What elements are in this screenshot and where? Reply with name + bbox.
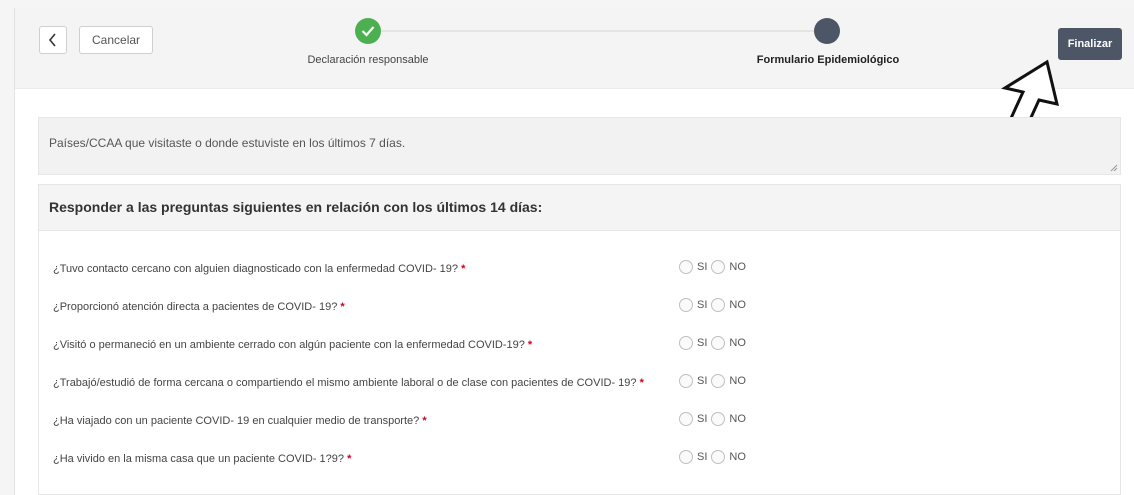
no-label: NO bbox=[729, 337, 746, 349]
cancel-button[interactable]: Cancelar bbox=[79, 26, 154, 54]
question-row: ¿Tuvo contacto cercano con alguien diagn… bbox=[39, 259, 1120, 281]
answer-options: SI NO bbox=[679, 374, 750, 388]
yes-label: SI bbox=[697, 261, 708, 273]
yes-radio[interactable] bbox=[679, 450, 693, 464]
questions-panel: Responder a las preguntas siguientes en … bbox=[38, 184, 1121, 495]
step-completed-indicator bbox=[355, 18, 381, 44]
no-radio[interactable] bbox=[711, 412, 726, 426]
checkmark-icon bbox=[361, 26, 375, 37]
app-frame: Cancelar Declaración responsable Formula… bbox=[14, 8, 1134, 495]
back-button[interactable] bbox=[39, 26, 67, 54]
yes-radio[interactable] bbox=[679, 374, 693, 388]
required-mark: * bbox=[527, 339, 533, 351]
countries-visited-placeholder: Países/CCAA que visitaste o donde estuvi… bbox=[49, 136, 406, 150]
no-radio[interactable] bbox=[711, 374, 726, 388]
no-radio[interactable] bbox=[711, 336, 726, 350]
question-row: ¿Visitó o permaneció en un ambiente cerr… bbox=[39, 335, 1120, 357]
question-row: ¿Proporcionó atención directa a paciente… bbox=[39, 297, 1120, 319]
no-label: NO bbox=[729, 413, 746, 425]
yes-label: SI bbox=[697, 375, 708, 387]
question-text: ¿Trabajó/estudió de forma cercana o comp… bbox=[53, 377, 637, 389]
yes-label: SI bbox=[697, 337, 708, 349]
question-text: ¿Proporcionó atención directa a paciente… bbox=[53, 301, 338, 313]
question-row: ¿Ha viajado con un paciente COVID- 19 en… bbox=[39, 411, 1120, 433]
step-current-indicator bbox=[814, 18, 840, 44]
required-mark: * bbox=[639, 377, 644, 389]
answer-options: SI NO bbox=[679, 412, 750, 426]
progress-line bbox=[381, 30, 814, 32]
yes-radio[interactable] bbox=[679, 412, 693, 426]
required-mark: * bbox=[347, 453, 352, 465]
no-label: NO bbox=[729, 299, 746, 311]
countries-visited-field[interactable]: Países/CCAA que visitaste o donde estuvi… bbox=[38, 117, 1121, 175]
finish-button[interactable]: Finalizar bbox=[1058, 28, 1122, 60]
question-row: ¿Ha vivido en la misma casa que un pacie… bbox=[39, 449, 1120, 471]
required-mark: * bbox=[422, 415, 427, 427]
step-label-epidemiological: Formulario Epidemiológico bbox=[756, 54, 900, 66]
question-text: ¿Tuvo contacto cercano con alguien diagn… bbox=[53, 263, 458, 275]
required-mark: * bbox=[340, 301, 345, 313]
answer-options: SI NO bbox=[679, 298, 750, 312]
yes-radio[interactable] bbox=[679, 298, 693, 312]
question-row: ¿Trabajó/estudió de forma cercana o comp… bbox=[39, 373, 1120, 395]
no-label: NO bbox=[729, 451, 746, 463]
answer-options: SI NO bbox=[679, 336, 750, 350]
question-text: ¿Ha viajado con un paciente COVID- 19 en… bbox=[53, 415, 420, 427]
no-label: NO bbox=[729, 375, 746, 387]
question-text: ¿Ha vivido en la misma casa que un pacie… bbox=[53, 453, 345, 465]
no-radio[interactable] bbox=[711, 450, 726, 464]
yes-label: SI bbox=[697, 413, 708, 425]
yes-label: SI bbox=[697, 299, 708, 311]
resize-handle-icon[interactable] bbox=[1110, 164, 1118, 172]
no-radio[interactable] bbox=[711, 298, 726, 312]
answer-options: SI NO bbox=[679, 260, 750, 274]
answer-options: SI NO bbox=[679, 450, 750, 464]
yes-radio[interactable] bbox=[679, 260, 693, 274]
yes-label: SI bbox=[697, 451, 708, 463]
yes-radio[interactable] bbox=[679, 336, 693, 350]
no-label: NO bbox=[729, 261, 746, 273]
required-mark: * bbox=[461, 263, 466, 275]
step-label-declaration: Declaración responsable bbox=[307, 54, 429, 66]
chevron-left-icon bbox=[48, 33, 56, 47]
questions-panel-title: Responder a las preguntas siguientes en … bbox=[39, 185, 1120, 231]
no-radio[interactable] bbox=[711, 260, 726, 274]
question-text: ¿Visitó o permaneció en un ambiente cerr… bbox=[53, 339, 525, 351]
